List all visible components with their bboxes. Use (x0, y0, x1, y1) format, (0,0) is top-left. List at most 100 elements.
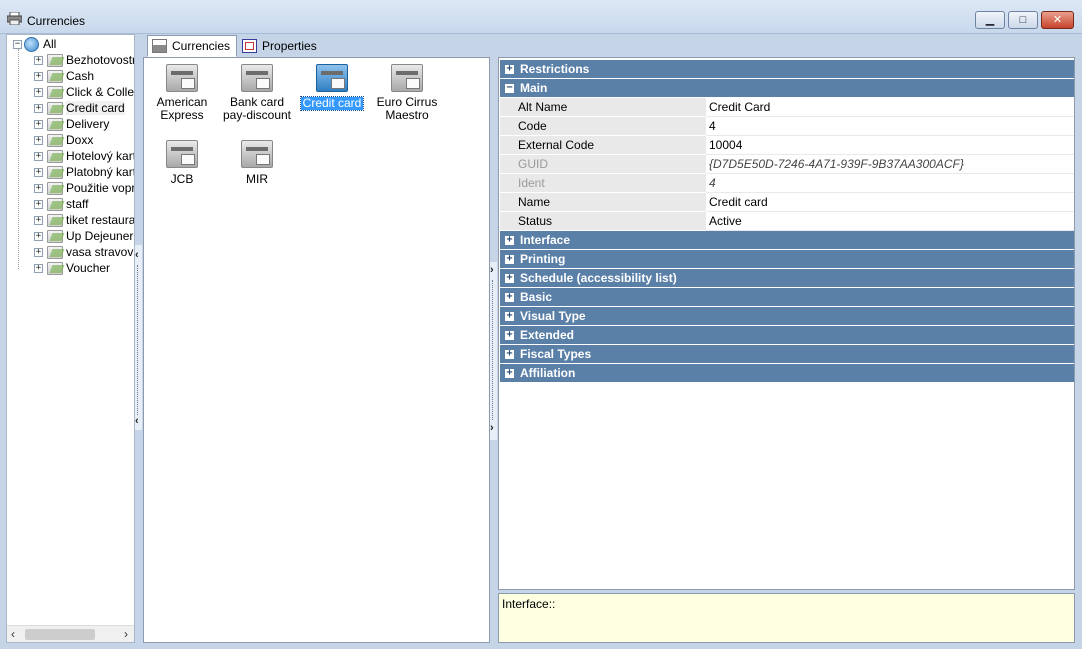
property-category-label: Basic (520, 290, 553, 304)
property-category-label: Interface (520, 233, 571, 247)
expand-icon[interactable]: + (34, 55, 43, 65)
scroll-left-icon[interactable]: ‹ (11, 627, 15, 641)
property-row[interactable]: GUID {D7D5E50D-7246-4A71-939F-9B37AA300AC… (500, 155, 1074, 174)
currency-item-bank-card[interactable]: Bank card pay-discount (219, 64, 295, 122)
expand-icon[interactable]: + (34, 71, 43, 81)
tab-currencies[interactable]: Currencies (147, 35, 238, 57)
card-icon (166, 140, 198, 168)
property-category[interactable]: + Basic (500, 288, 1074, 306)
close-button[interactable]: ✕ (1041, 11, 1074, 29)
tree-item[interactable]: + Bezhotovostr (34, 52, 134, 68)
expand-icon[interactable]: + (505, 234, 514, 245)
collapse-left-icon[interactable]: ‹ (135, 249, 139, 261)
property-category[interactable]: + Fiscal Types (500, 345, 1074, 363)
expand-icon[interactable]: + (34, 87, 43, 97)
tree-item[interactable]: + Voucher (34, 260, 110, 276)
property-row[interactable]: Name Credit card (500, 193, 1074, 212)
tree-root[interactable]: − All (13, 36, 56, 52)
tree-item[interactable]: + Cash (34, 68, 94, 84)
expand-icon[interactable]: + (34, 183, 43, 193)
expand-icon[interactable]: + (34, 103, 43, 113)
tree-item[interactable]: + Click & Collec (34, 84, 134, 100)
tab-properties[interactable]: Properties (237, 35, 324, 57)
expand-icon[interactable]: + (505, 310, 514, 321)
tree-item[interactable]: + Up Dejeuner (34, 228, 133, 244)
expand-icon[interactable]: + (34, 135, 43, 145)
expand-icon[interactable]: + (34, 263, 43, 273)
left-splitter[interactable]: ‹ ‹ (135, 245, 142, 430)
property-category-label: Restrictions (520, 62, 590, 76)
expand-icon[interactable]: + (505, 348, 514, 359)
tree-item[interactable]: + staff (34, 196, 88, 212)
expand-icon[interactable]: + (34, 247, 43, 257)
collapse-icon[interactable]: − (13, 39, 22, 49)
expand-icon[interactable]: + (34, 151, 43, 161)
property-category[interactable]: + Restrictions (500, 60, 1074, 78)
currency-item-jcb[interactable]: JCB (144, 140, 220, 186)
maximize-button[interactable]: □ (1008, 11, 1038, 29)
currency-item-euro-cirrus-maestro[interactable]: Euro Cirrus Maestro (369, 64, 445, 122)
currency-item-mir[interactable]: MIR (219, 140, 295, 186)
expand-icon[interactable]: + (34, 215, 43, 225)
horizontal-scrollbar[interactable]: ‹ › (7, 625, 134, 642)
scroll-thumb[interactable] (25, 629, 95, 640)
scroll-right-icon[interactable]: › (124, 627, 128, 641)
collapse-right-icon[interactable]: › (490, 264, 494, 276)
collapse-left-icon-2[interactable]: ‹ (135, 415, 139, 427)
right-splitter[interactable]: › › (490, 262, 497, 440)
property-category[interactable]: + Affiliation (500, 364, 1074, 382)
property-row[interactable]: Status Active (500, 212, 1074, 231)
currency-item-credit-card[interactable]: Credit card (294, 64, 370, 111)
card-icon (241, 64, 273, 92)
expand-icon[interactable]: + (505, 272, 514, 283)
expand-icon[interactable]: + (505, 63, 514, 74)
currency-item-american-express[interactable]: American Express (144, 64, 220, 122)
tree-item[interactable]: + Doxx (34, 132, 93, 148)
close-icon: ✕ (1052, 13, 1063, 26)
tree-item[interactable]: + Credit card (34, 100, 125, 116)
expand-icon[interactable]: + (34, 231, 43, 241)
property-row[interactable]: Ident 4 (500, 174, 1074, 193)
property-category[interactable]: − Main (500, 79, 1074, 97)
property-value[interactable]: Credit card (706, 193, 1074, 212)
property-value[interactable]: 10004 (706, 136, 1074, 155)
currency-label-line2: pay-discount (222, 108, 292, 122)
splitter-grip (492, 280, 494, 420)
property-value[interactable]: Credit Card (706, 98, 1074, 117)
expand-icon[interactable]: + (34, 167, 43, 177)
tree-item[interactable]: + Delivery (34, 116, 109, 132)
expand-icon[interactable]: + (34, 199, 43, 209)
property-category[interactable]: + Schedule (accessibility list) (500, 269, 1074, 287)
currency-group-tree[interactable]: − All + Bezhotovostr + Cash + Click & Collec +… (6, 34, 135, 643)
currency-label-line1: American (156, 95, 208, 109)
property-row[interactable]: Alt Name Credit Card (500, 98, 1074, 117)
properties-icon (242, 39, 258, 53)
tree-item[interactable]: + vasa stravova (34, 244, 134, 260)
expand-icon[interactable]: + (505, 329, 514, 340)
tree-item-label: tiket restaurar (66, 213, 135, 227)
collapse-icon[interactable]: − (505, 82, 514, 93)
property-value[interactable]: Active (706, 212, 1074, 231)
expand-icon[interactable]: + (34, 119, 43, 129)
property-category[interactable]: + Printing (500, 250, 1074, 268)
tree-item[interactable]: + Hotelový kart (34, 148, 134, 164)
tree-item[interactable]: + Platobný kart (34, 164, 135, 180)
property-value[interactable]: 4 (706, 117, 1074, 136)
expand-icon[interactable]: + (505, 367, 514, 378)
property-row[interactable]: Code 4 (500, 117, 1074, 136)
expand-icon[interactable]: + (505, 253, 514, 264)
expand-icon[interactable]: + (505, 291, 514, 302)
property-grid[interactable]: + Restrictions − Main Alt Name Credit Card Cod… (498, 57, 1075, 590)
tree-item-label: Credit card (66, 101, 125, 115)
minimize-button[interactable]: ▁ (975, 11, 1005, 29)
property-category[interactable]: + Visual Type (500, 307, 1074, 325)
currency-list[interactable]: American Express Bank card pay-discount Cr… (143, 57, 490, 643)
tree-item-label: Platobný kart (66, 165, 135, 179)
property-row[interactable]: External Code 10004 (500, 136, 1074, 155)
property-category[interactable]: + Interface (500, 231, 1074, 249)
tree-root-label[interactable]: All (43, 37, 56, 51)
tree-item[interactable]: + Použitie vopr (34, 180, 134, 196)
collapse-right-icon-2[interactable]: › (490, 422, 494, 434)
property-category[interactable]: + Extended (500, 326, 1074, 344)
tree-item[interactable]: + tiket restaurar (34, 212, 135, 228)
